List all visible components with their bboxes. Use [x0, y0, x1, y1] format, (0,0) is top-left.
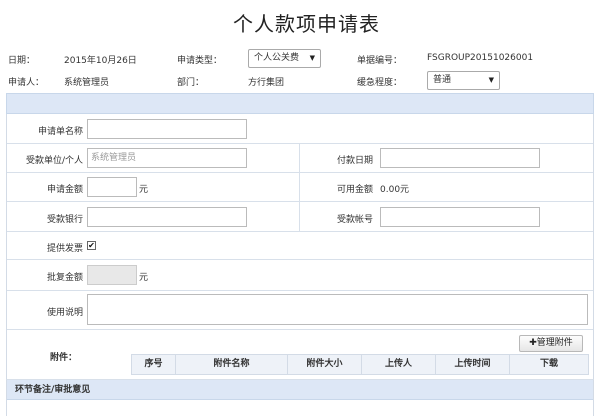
form-row-invoice: 提供发票 ✔ — [7, 232, 593, 260]
invoice-label: 提供发票 — [46, 244, 83, 254]
type-select-value: 个人公关费 — [254, 53, 300, 63]
amount-label: 申请金额 — [46, 185, 83, 195]
attachments-section: 附件： ✚管理附件 序号 附件名称 附件大小 上传人 上传时间 下载 — [6, 330, 594, 380]
column-divider — [299, 173, 300, 201]
dept-value: 方行集团 — [248, 78, 285, 88]
chevron-down-icon: ▼ — [488, 76, 494, 84]
type-label: 申请类型： — [177, 56, 223, 66]
attachments-table-header: 序号 附件名称 附件大小 上传人 上传时间 下载 — [131, 354, 589, 375]
pay-date-label: 付款日期 — [336, 156, 373, 166]
column-header: 附件名称 — [176, 355, 288, 374]
column-header: 上传人 — [362, 355, 436, 374]
section-header-bar — [6, 93, 594, 114]
order-name-label: 申请单名称 — [37, 127, 83, 137]
form-row-usage: 使用说明 — [7, 291, 593, 330]
column-header: 附件大小 — [288, 355, 362, 374]
form-row-order-name: 申请单名称 — [7, 114, 593, 144]
dept-label: 部门： — [177, 78, 205, 88]
form-row-approved: 批复金额 元 — [7, 260, 593, 291]
form-row-payee: 受款单位/个人 系统管理员 付款日期 — [7, 144, 593, 173]
check-icon: ✔ — [88, 241, 95, 250]
form-row-amount: 申请金额 元 可用金额 0.00元 — [7, 173, 593, 202]
approved-unit: 元 — [139, 273, 149, 283]
amount-input[interactable] — [87, 177, 137, 197]
type-select[interactable]: 个人公关费 ▼ — [248, 49, 321, 68]
form-row-bank: 受款银行 受款帐号 — [7, 202, 593, 232]
bank-label: 受款银行 — [46, 215, 83, 225]
manage-attachments-label: 管理附件 — [536, 338, 573, 348]
column-divider — [299, 202, 300, 231]
manage-attachments-button[interactable]: ✚管理附件 — [519, 335, 583, 352]
approved-label: 批复金额 — [46, 273, 83, 283]
account-label: 受款帐号 — [336, 215, 373, 225]
urgency-select-value: 普通 — [433, 75, 452, 85]
page-title: 个人款项申请表 — [233, 12, 380, 36]
column-header: 上传时间 — [436, 355, 510, 374]
usage-textarea[interactable] — [87, 294, 588, 325]
approved-input — [87, 265, 137, 285]
attachments-label: 附件： — [49, 353, 77, 363]
date-label: 日期： — [8, 56, 36, 66]
notes-title: 环节备注/审批意见 — [7, 380, 593, 400]
available-label: 可用金额 — [336, 185, 373, 195]
available-value: 0.00元 — [380, 185, 410, 195]
chevron-down-icon: ▼ — [309, 54, 315, 62]
account-input[interactable] — [380, 207, 540, 227]
usage-label: 使用说明 — [46, 308, 83, 318]
column-divider — [299, 144, 300, 172]
bank-input[interactable] — [87, 207, 247, 227]
plus-icon: ✚ — [529, 338, 537, 348]
payee-label: 受款单位/个人 — [25, 156, 83, 166]
applicant-label: 申请人： — [8, 78, 45, 88]
column-header: 下载 — [539, 359, 558, 369]
application-form: 申请单名称 受款单位/个人 系统管理员 付款日期 申请金额 元 可用金额 0.0… — [6, 114, 594, 330]
urgency-label: 缓急程度： — [357, 78, 403, 88]
invoice-checkbox[interactable]: ✔ — [87, 241, 96, 250]
payee-input[interactable]: 系统管理员 — [87, 148, 247, 168]
amount-unit: 元 — [139, 185, 149, 195]
applicant-value: 系统管理员 — [64, 78, 110, 88]
column-header: 序号 — [132, 355, 176, 374]
notes-section: 环节备注/审批意见 — [6, 380, 594, 416]
urgency-select[interactable]: 普通 ▼ — [427, 71, 500, 90]
order-name-input[interactable] — [87, 119, 247, 139]
doc-no-value: FSGROUP20151026001 — [427, 53, 534, 63]
doc-no-label: 单据编号： — [357, 56, 403, 66]
date-value: 2015年10月26日 — [64, 56, 137, 66]
pay-date-input[interactable] — [380, 148, 540, 168]
